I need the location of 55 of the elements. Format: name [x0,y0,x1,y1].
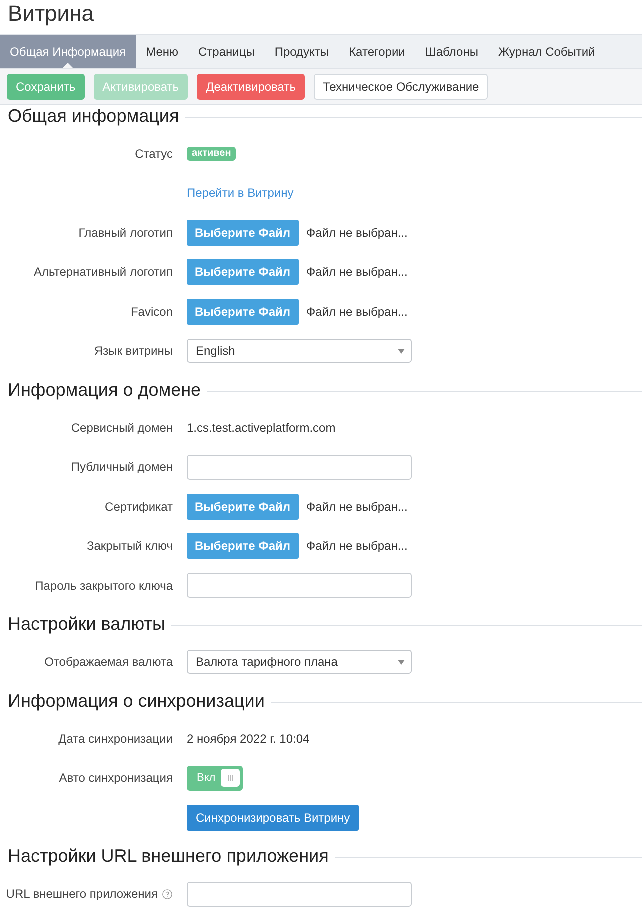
input-field[interactable] [187,573,412,598]
toggle-switch[interactable]: Вкл [187,766,243,791]
file-status-text: Файл не выбран... [306,539,408,554]
input-field[interactable] [187,454,412,480]
tab[interactable]: Шаблоны [415,35,488,68]
field-label: Авто синхронизация [59,771,173,786]
field-label: Отображаемая валюта [44,655,173,670]
toolbar-button[interactable]: Деактивировать [197,74,305,100]
choose-file-button[interactable]: Выберите Файл [187,494,299,520]
toolbar-button[interactable]: Сохранить [7,74,85,100]
choose-file-button[interactable]: Выберите Файл [187,259,299,286]
section-heading: Общая информация [8,106,180,126]
tab[interactable]: Страницы [188,35,265,68]
tab[interactable]: Категории [339,35,416,68]
field-label: Закрытый ключ [86,539,173,554]
caret-icon [398,348,405,354]
toolbar-button[interactable]: Техническое Обслуживание [314,74,488,100]
file-status-text: Файл не выбран... [306,304,408,319]
section-heading: Настройки валюты [8,614,166,635]
choose-file-button[interactable]: Выберите Файл [187,220,299,246]
page-title: Витрина [8,0,94,28]
file-status-text: Файл не выбран... [306,226,408,240]
choose-file-button[interactable]: Выберите Файл [187,298,299,325]
file-status-text: Файл не выбран... [306,265,408,280]
field-value: 1.cs.test.activeplatform.com [187,420,336,435]
section-heading: Информация о домене [8,380,202,400]
field-label: Альтернативный логотип [34,265,173,280]
status-badge: активен [187,146,236,161]
toggle-thumb-icon [221,769,240,788]
sync-button[interactable]: Синхронизировать Витрину [187,804,360,831]
section-heading: Информация о синхронизации [8,690,265,712]
storefront-link[interactable]: Перейти в Витрину [187,186,294,200]
field-label: Публичный домен [71,460,173,474]
tab[interactable]: Общая Информация [0,35,136,68]
field-label: Сервисный домен [71,420,173,435]
file-status-text: Файл не выбран... [306,500,408,514]
field-label: Язык витрины [94,344,173,358]
help-icon[interactable] [162,888,173,900]
dropdown-select[interactable]: Валюта тарифного плана [187,650,412,674]
tab[interactable]: Продукты [264,35,340,68]
tab[interactable]: Меню [136,35,188,68]
field-value: 2 ноября 2022 г. 10:04 [187,732,310,746]
caret-icon [398,660,405,665]
field-label: Сертификат [105,500,173,514]
dropdown-select[interactable]: English [187,339,412,364]
field-label: Пароль закрытого ключа [35,578,173,593]
field-label: Дата синхронизации [58,732,173,746]
field-label: URL внешнего приложения [6,887,158,902]
field-label: Favicon [130,304,173,319]
field-label: Статус [135,146,173,161]
field-label: Главный логотип [78,226,173,240]
choose-file-button[interactable]: Выберите Файл [187,533,299,560]
input-field[interactable] [187,882,412,907]
section-heading: Настройки URL внешнего приложения [8,846,329,867]
tab[interactable]: Журнал Событий [488,35,606,68]
